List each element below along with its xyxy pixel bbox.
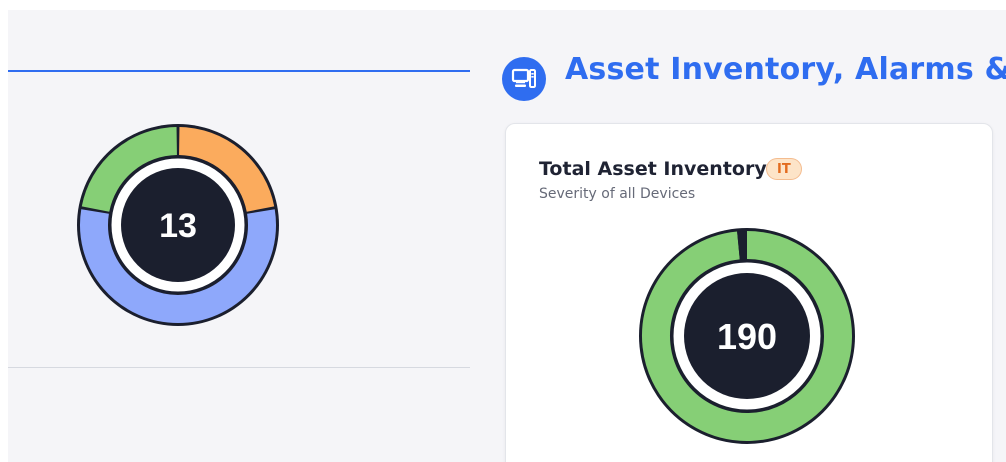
section-header-underline — [8, 70, 470, 72]
total-asset-inventory-card: Total Asset Inventory IT Severity of all… — [505, 123, 993, 462]
donut-left-value: 13 — [159, 207, 197, 245]
left-panel-divider — [8, 367, 470, 368]
donut-chart-asset-inventory[interactable]: 190 — [636, 225, 858, 447]
card-title: Total Asset Inventory — [539, 158, 767, 180]
donut-chart-left[interactable]: 13 — [74, 121, 282, 329]
section-icon-badge — [502, 57, 546, 101]
section-title: Asset Inventory, Alarms & Compliance — [565, 52, 1006, 87]
it-category-badge: IT — [766, 158, 802, 180]
dashboard-page: 13 Asset Inventory, Alarms & Compliance … — [8, 10, 1006, 462]
donut-card-value: 190 — [717, 316, 777, 357]
card-subtitle: Severity of all Devices — [539, 186, 696, 202]
desktop-computer-icon — [511, 68, 536, 88]
